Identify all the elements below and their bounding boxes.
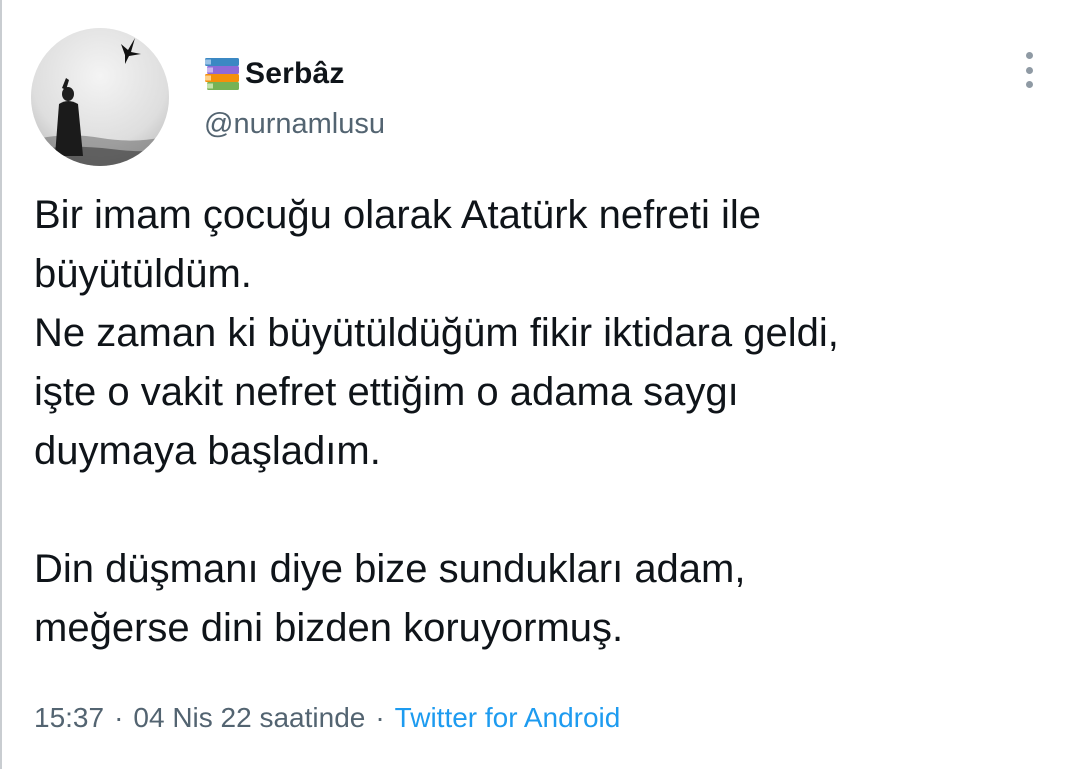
tweet-date[interactable]: 04 Nis 22 saatinde: [133, 702, 365, 733]
tweet-source-link[interactable]: Twitter for Android: [395, 702, 621, 733]
avatar[interactable]: [31, 28, 169, 166]
tweet-metadata: 15:37 · 04 Nis 22 saatinde · Twitter for And…: [34, 702, 620, 734]
more-options-button[interactable]: [1016, 50, 1042, 90]
avatar-photo: [31, 28, 169, 166]
vertical-ellipsis-icon: [1025, 52, 1033, 59]
meta-separator: ·: [114, 702, 124, 733]
tweet-text: Bir imam çocuğu olarak Atatürk nefreti i…: [34, 186, 1044, 658]
vertical-ellipsis-icon: [1025, 81, 1033, 88]
tweet-text-line: Bir imam çocuğu olarak Atatürk nefreti i…: [34, 193, 761, 237]
tweet-text-line: işte o vakit nefret ettiğim o adama sayg…: [34, 370, 739, 414]
vertical-ellipsis-icon: [1025, 66, 1033, 74]
tweet-card[interactable]: Serbâz @nurnamlusu Bir imam çocuğu olara…: [0, 0, 1080, 769]
tweet-text-line: Ne zaman ki büyütüldüğüm fikir iktidara …: [34, 311, 839, 355]
tweet-time[interactable]: 15:37: [34, 702, 104, 733]
author-name-row[interactable]: Serbâz: [203, 54, 345, 94]
tweet-text-line: Din düşmanı diye bize sundukları adam,: [34, 547, 746, 591]
tweet-text-line: büyütüldüm.: [34, 252, 252, 296]
meta-separator: ·: [375, 702, 385, 733]
tweet-text-line: meğerse dini bizden koruyormuş.: [34, 606, 624, 650]
user-handle[interactable]: @nurnamlusu: [204, 108, 385, 141]
books-emoji-icon: [203, 56, 241, 92]
display-name[interactable]: Serbâz: [245, 57, 345, 91]
tweet-text-line: duymaya başladım.: [34, 429, 381, 473]
